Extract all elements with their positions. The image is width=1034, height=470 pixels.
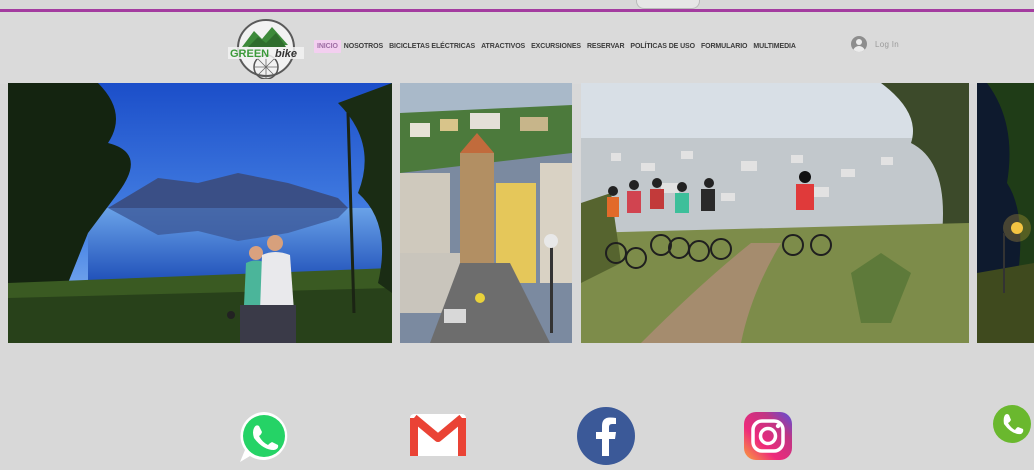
photo-gallery (8, 83, 1034, 343)
site-header: GREEN bike INICIO NOSOTROS BICICLETAS EL… (0, 12, 1034, 84)
nav-inicio[interactable]: INICIO (314, 40, 341, 53)
instagram-icon[interactable] (742, 410, 794, 467)
whatsapp-icon[interactable] (236, 408, 292, 470)
login-label: Log In (875, 39, 900, 49)
nav-excursiones[interactable]: EXCURSIONES (528, 40, 584, 53)
nav-reservar[interactable]: RESERVAR (584, 40, 627, 53)
social-links (0, 402, 1034, 470)
logo-text-bike: bike (275, 48, 297, 60)
town-street-photo[interactable] (400, 83, 572, 343)
nav-bicicletas-electricas[interactable]: BICICLETAS ELÉCTRICAS (386, 40, 478, 53)
login-button[interactable]: Log In (851, 36, 899, 52)
gmail-icon[interactable] (408, 410, 468, 463)
nav-formulario[interactable]: FORMULARIO (698, 40, 750, 53)
main-nav: INICIO NOSOTROS BICICLETAS ELÉCTRICAS AT… (314, 40, 799, 53)
nav-atractivos[interactable]: ATRACTIVOS (478, 40, 528, 53)
phone-icon[interactable] (992, 404, 1034, 451)
nav-politicas-de-uso[interactable]: POLÍTICAS DE USO (627, 40, 698, 53)
user-avatar-icon (851, 36, 867, 52)
night-park-photo[interactable] (977, 83, 1034, 343)
group-cyclists-photo[interactable] (581, 83, 969, 343)
page: GREEN bike INICIO NOSOTROS BICICLETAS EL… (0, 0, 1034, 470)
nav-multimedia[interactable]: MULTIMEDIA (750, 40, 798, 53)
greenbike-logo[interactable]: GREEN bike (226, 17, 306, 80)
facebook-icon[interactable] (576, 406, 636, 470)
logo-text-green: GREEN (230, 48, 269, 60)
lake-couple-photo[interactable] (8, 83, 392, 343)
top-tab (636, 0, 700, 9)
nav-nosotros[interactable]: NOSOTROS (341, 40, 386, 53)
